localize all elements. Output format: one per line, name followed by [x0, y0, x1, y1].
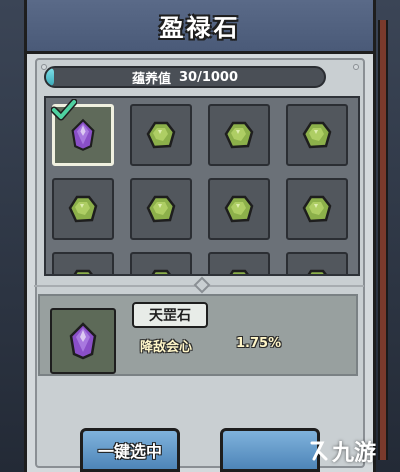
gem-slot[interactable]: [208, 178, 270, 240]
rivet-icon: [353, 64, 359, 70]
green-gem-icon: [151, 269, 171, 274]
purple-gem-icon: [71, 118, 95, 151]
green-gem-icon: [229, 269, 249, 274]
nourish-label: 蕴养值: [131, 71, 171, 87]
gem-slot[interactable]: [52, 252, 114, 274]
watermark-logo-icon: [310, 441, 328, 461]
gem-slot[interactable]: [286, 178, 348, 240]
gem-slot[interactable]: [52, 178, 114, 240]
nourish-progress-text: 蕴养值 30/1000: [46, 68, 324, 87]
checkmark-icon: [51, 99, 77, 121]
detail-gem-slot: [50, 308, 116, 374]
green-gem-icon: [302, 121, 332, 149]
green-gem-icon: [224, 121, 254, 149]
gem-slot[interactable]: [208, 104, 270, 166]
green-gem-icon: [302, 195, 332, 223]
nourish-value: 30/1000: [178, 69, 239, 85]
green-gem-icon: [224, 195, 254, 223]
second-action-button[interactable]: [220, 428, 320, 472]
stat-label: 降敌会心: [140, 340, 193, 355]
gem-slot[interactable]: [208, 252, 270, 274]
dialog-title: 盈禄石: [159, 14, 241, 42]
purple-gem-icon: [69, 322, 97, 360]
watermark: 九游: [306, 436, 376, 466]
gem-slot[interactable]: [286, 252, 348, 274]
gem-name-tag: 天罡石: [132, 302, 208, 328]
green-gem-icon: [146, 195, 176, 223]
gem-slot[interactable]: [130, 252, 192, 274]
title-bar: 盈禄石: [27, 0, 373, 54]
gem-slot[interactable]: [130, 104, 192, 166]
stat-value: 1.75%: [236, 336, 282, 351]
gem-slot[interactable]: [130, 178, 192, 240]
watermark-text: 九游: [332, 441, 377, 466]
gem-slot[interactable]: [51, 99, 114, 166]
green-gem-icon: [307, 269, 327, 274]
green-gem-icon: [73, 269, 93, 274]
nourish-progress-bar: 蕴养值 30/1000: [44, 66, 326, 88]
select-all-button[interactable]: 一键选中: [80, 428, 180, 472]
green-gem-icon: [68, 195, 98, 223]
green-gem-icon: [146, 121, 176, 149]
gem-grid: [44, 96, 360, 276]
gem-slot[interactable]: [286, 104, 348, 166]
